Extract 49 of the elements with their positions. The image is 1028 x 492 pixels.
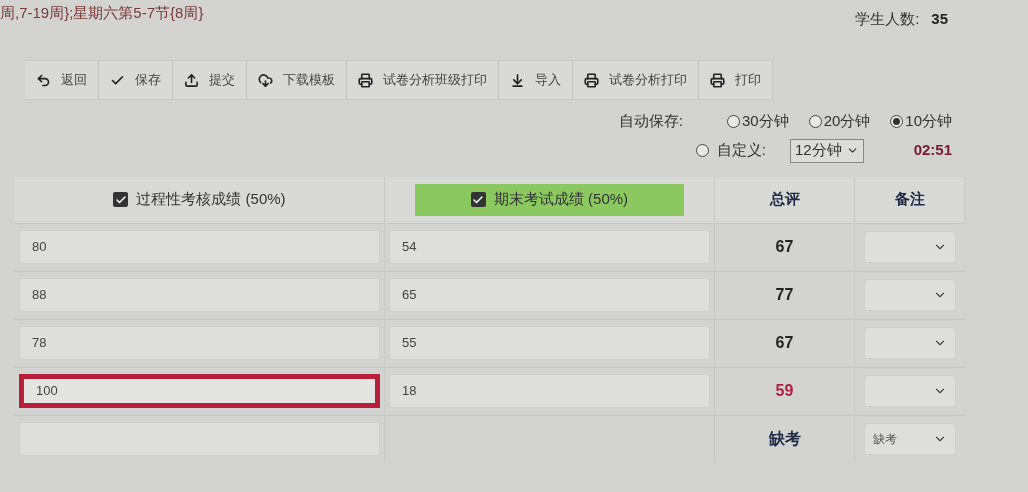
remark-select[interactable]: 缺考 xyxy=(864,423,956,455)
back-arrow-icon xyxy=(36,72,51,88)
toolbar-button[interactable]: 保存 xyxy=(99,61,173,99)
radio-button[interactable] xyxy=(808,114,822,128)
radio-label: 10分钟 xyxy=(905,111,952,131)
score-input[interactable]: 78 xyxy=(19,326,380,360)
total-score: 缺考 xyxy=(768,429,801,449)
countdown: 02:51 xyxy=(913,140,952,161)
radio-button[interactable] xyxy=(890,114,904,128)
radio-button[interactable] xyxy=(726,114,740,128)
autosave-label: 自动保存: xyxy=(618,111,683,131)
total-score: 67 xyxy=(775,333,794,353)
total-score: 77 xyxy=(775,285,794,305)
header-text: 备注 xyxy=(894,189,925,210)
toolbar-button[interactable]: 返回 xyxy=(25,61,99,99)
total-score: 59 xyxy=(775,381,794,401)
toolbar-button[interactable]: 导入 xyxy=(499,61,573,99)
custom-label: 自定义: xyxy=(716,140,766,161)
interval-select[interactable]: 12分钟 xyxy=(789,138,864,163)
import-icon xyxy=(510,72,525,88)
header-text: 过程性考核成绩 (50%) xyxy=(136,189,286,210)
score-input[interactable]: 54 xyxy=(389,230,710,264)
score-input[interactable]: 55 xyxy=(389,326,710,360)
toolbar-button[interactable]: 下载模板 xyxy=(247,61,347,99)
radio-label: 30分钟 xyxy=(741,111,789,131)
toolbar-button[interactable]: 试卷分析班级打印 xyxy=(347,61,499,99)
upload-icon xyxy=(184,72,199,88)
checkbox[interactable] xyxy=(470,192,486,207)
score-input[interactable]: 80 xyxy=(19,230,380,264)
score-input[interactable]: 65 xyxy=(389,278,710,312)
header-text: 总评 xyxy=(769,189,800,210)
radio-label: 20分钟 xyxy=(823,111,871,131)
total-score: 67 xyxy=(775,237,794,257)
checkbox[interactable] xyxy=(113,192,129,207)
score-input[interactable]: 100 xyxy=(19,374,380,408)
header-text: 期末考试成绩 (50%) xyxy=(493,189,629,210)
printer-icon xyxy=(358,72,373,88)
radio-button[interactable] xyxy=(695,144,709,157)
toolbar-button[interactable]: 提交 xyxy=(173,61,247,99)
cloud-download-icon xyxy=(258,72,273,88)
toolbar-button[interactable]: 打印 xyxy=(699,61,773,99)
student-count-label: 学生人数: xyxy=(855,9,920,29)
schedule-text: 周,7-19周};星期六第5-7节{8周} xyxy=(0,3,204,23)
printer-icon xyxy=(710,72,725,88)
student-count: 35 xyxy=(931,9,948,29)
score-input[interactable]: 18 xyxy=(389,374,710,408)
score-input[interactable]: 88 xyxy=(19,278,380,312)
printer-icon xyxy=(584,72,599,88)
toolbar-button[interactable]: 试卷分析打印 xyxy=(573,61,699,99)
